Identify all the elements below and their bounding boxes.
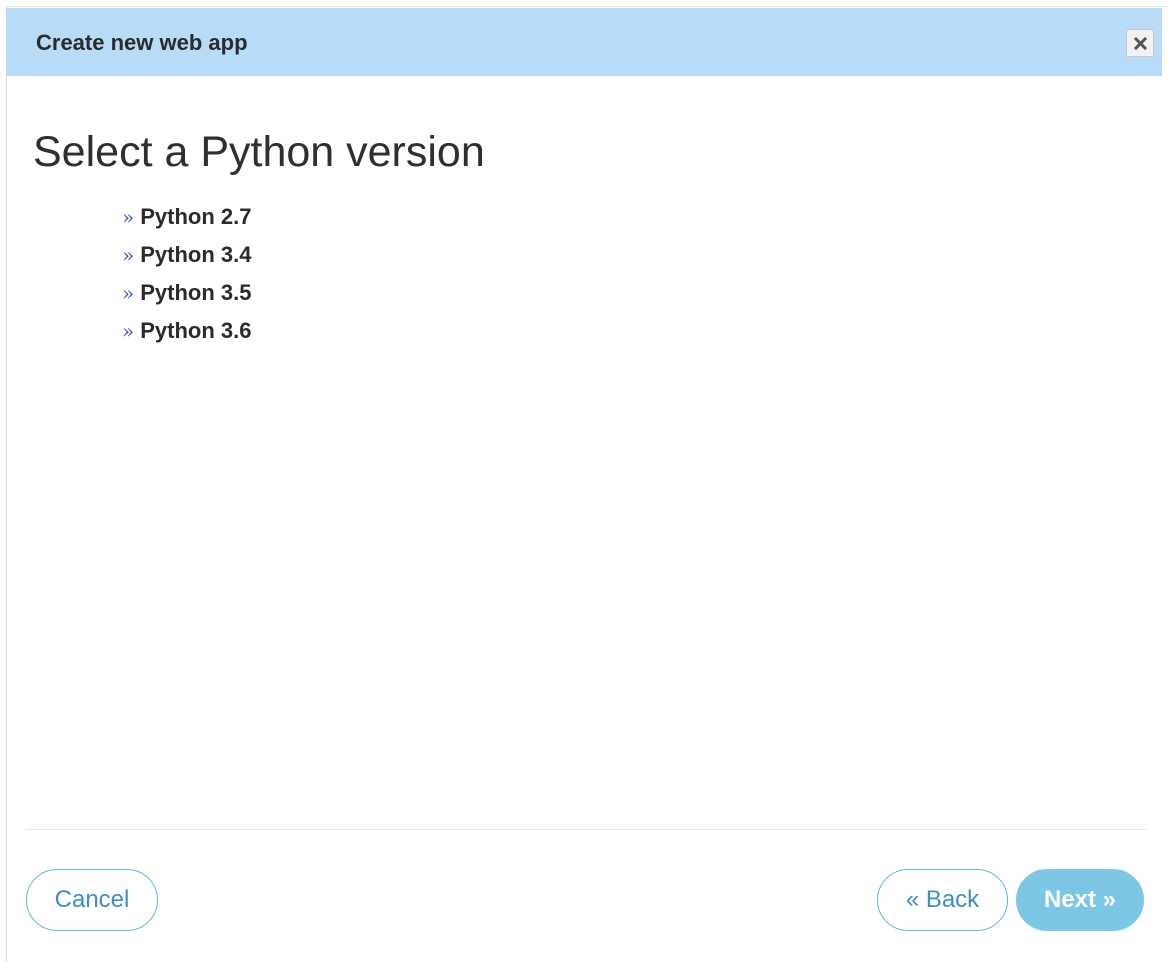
page-title: Select a Python version	[33, 128, 485, 176]
close-icon	[1134, 37, 1147, 50]
dialog-header: Create new web app	[6, 8, 1162, 76]
dialog-title: Create new web app	[36, 30, 248, 55]
chevron-right-icon: »	[122, 243, 135, 267]
python-version-label[interactable]: Python 3.5	[140, 280, 251, 305]
python-version-list: » Python 2.7 » Python 3.4 » Python 3.5 » Pyt…	[122, 202, 252, 354]
python-version-option[interactable]: » Python 2.7	[122, 202, 252, 240]
next-button[interactable]: Next »	[1016, 869, 1144, 931]
python-version-option[interactable]: » Python 3.5	[122, 278, 252, 316]
cancel-button[interactable]: Cancel	[26, 869, 158, 931]
python-version-option[interactable]: » Python 3.6	[122, 316, 252, 354]
footer-divider	[26, 829, 1146, 830]
chevron-right-icon: »	[122, 281, 135, 305]
python-version-label[interactable]: Python 2.7	[140, 204, 251, 229]
python-version-option[interactable]: » Python 3.4	[122, 240, 252, 278]
back-button[interactable]: « Back	[877, 869, 1008, 931]
python-version-label[interactable]: Python 3.4	[140, 242, 251, 267]
close-button[interactable]	[1126, 29, 1154, 57]
python-version-label[interactable]: Python 3.6	[140, 318, 251, 343]
chevron-right-icon: »	[122, 319, 135, 343]
chevron-right-icon: »	[122, 205, 135, 229]
